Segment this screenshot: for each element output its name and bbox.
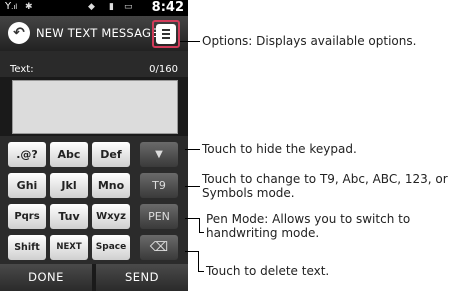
done-button[interactable]: DONE xyxy=(0,264,92,291)
battery-icon: ▭ xyxy=(124,2,133,12)
send-button[interactable]: SEND xyxy=(96,264,188,291)
pen-callout-vertical xyxy=(199,218,200,232)
key-shift[interactable]: Shift xyxy=(8,235,46,260)
t9-annotation-line1: Touch to change to T9, Abc, ABC, 123, or xyxy=(202,172,448,186)
keypad: .@? Abc Def ▼ Ghi Jkl Mno T9 Pqrs Tuv Wx… xyxy=(0,136,188,264)
pen-callout-tick xyxy=(199,232,204,233)
pen-annotation-line1: Pen Mode: Allows you to switch to xyxy=(206,212,411,226)
message-text-field[interactable] xyxy=(12,80,178,134)
key-wxyz[interactable]: Wxyz xyxy=(92,204,130,229)
options-button[interactable] xyxy=(156,24,176,44)
title-bar: ↶ NEW TEXT MESSAGE xyxy=(0,16,188,51)
key-abc[interactable]: Abc xyxy=(50,142,88,167)
delete-callout-vertical xyxy=(198,251,199,271)
backspace-icon: ⌫ xyxy=(149,240,169,255)
clock: 8:42 xyxy=(151,0,184,15)
delete-callout-tick xyxy=(198,271,204,272)
bluetooth-icon: ✱ xyxy=(25,2,33,12)
text-row: Text: 0/160 xyxy=(0,51,188,77)
hide-keypad-annotation: Touch to hide the keypad. xyxy=(202,142,357,156)
back-arrow-icon[interactable]: ↶ xyxy=(8,22,30,44)
options-callout-line xyxy=(180,41,200,42)
hide-keypad-icon: ▼ xyxy=(155,149,163,160)
key-space[interactable]: Space xyxy=(92,235,130,260)
key-symbols[interactable]: .@? xyxy=(8,142,46,167)
pen-callout-line xyxy=(185,218,200,219)
key-def[interactable]: Def xyxy=(92,142,130,167)
signal-icon: Y.ıl xyxy=(5,1,18,12)
options-annotation: Options: Displays available options. xyxy=(202,34,417,48)
key-tuv[interactable]: Tuv xyxy=(50,204,88,229)
bottom-bar: DONE SEND xyxy=(0,264,188,291)
character-counter: 0/160 xyxy=(149,64,178,75)
t9-annotation-line2: Symbols mode. xyxy=(202,186,295,200)
key-jkl[interactable]: Jkl xyxy=(50,173,88,198)
key-pqrs[interactable]: Pqrs xyxy=(8,204,46,229)
text-label: Text: xyxy=(10,64,34,75)
phone-screen: Y.ıl ✱ ◆ ▮ ▭ 8:42 ↶ NEW TEXT MESSAGE Tex… xyxy=(0,0,188,291)
hide-keypad-button[interactable]: ▼ xyxy=(140,142,178,167)
t9-callout-line xyxy=(185,186,200,187)
delete-button[interactable]: ⌫ xyxy=(140,235,178,260)
key-mno[interactable]: Mno xyxy=(92,173,130,198)
key-ghi[interactable]: Ghi xyxy=(8,173,46,198)
hide-keypad-callout-line xyxy=(185,149,200,150)
pen-annotation-line2: handwriting mode. xyxy=(206,226,320,240)
gps-icon: ◆ xyxy=(88,2,95,12)
delete-callout-line xyxy=(185,251,198,252)
key-next[interactable]: NEXT xyxy=(50,235,88,260)
t9-mode-button[interactable]: T9 xyxy=(140,173,178,198)
sim-icon: ▮ xyxy=(109,2,114,12)
status-bar: Y.ıl ✱ ◆ ▮ ▭ 8:42 xyxy=(0,0,188,16)
delete-annotation: Touch to delete text. xyxy=(206,264,330,278)
page-title: NEW TEXT MESSAGE xyxy=(36,26,159,40)
pen-mode-button[interactable]: PEN xyxy=(140,204,178,229)
